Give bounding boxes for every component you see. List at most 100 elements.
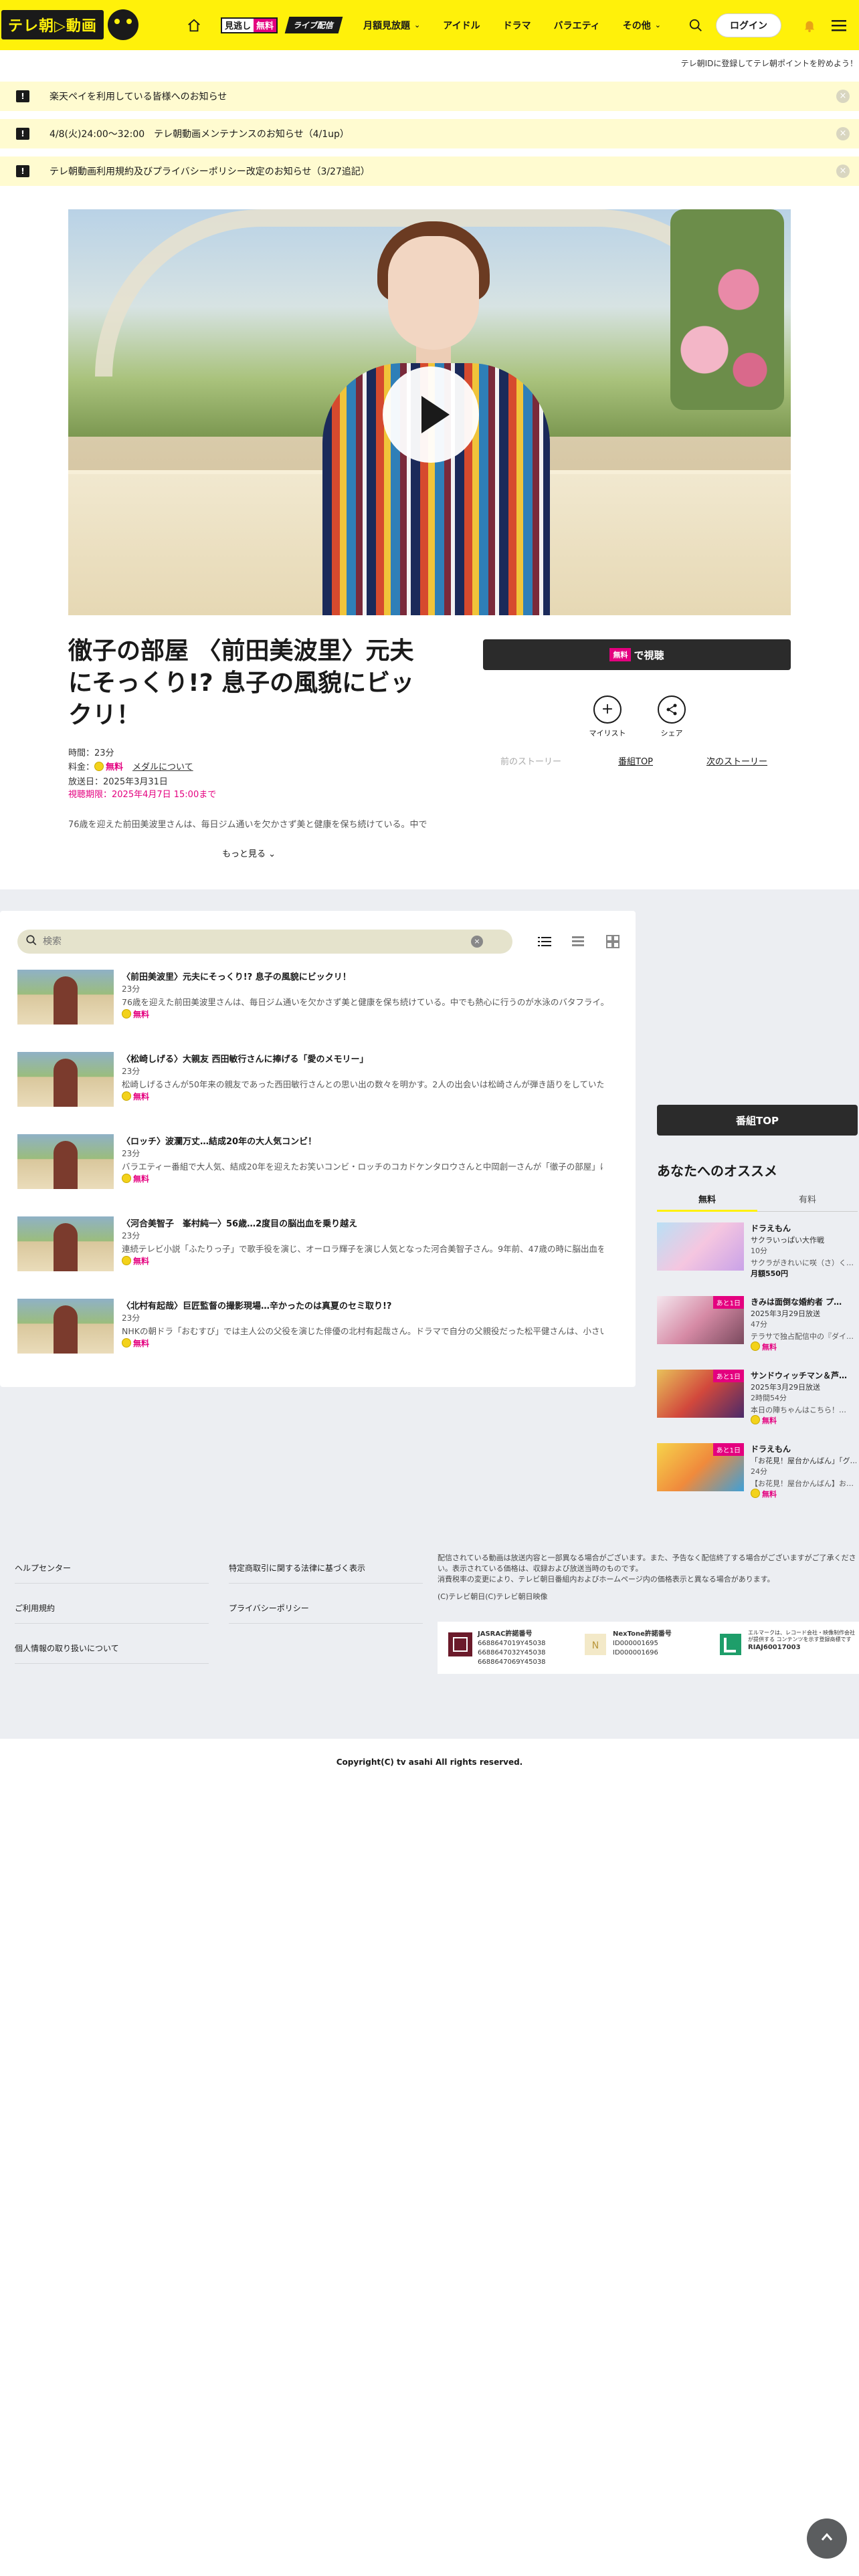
- recommend-sub: サクラいっぱい大作戦: [751, 1236, 824, 1245]
- logo-text: テレ朝▷動画: [1, 10, 104, 39]
- compact-view-icon[interactable]: [570, 934, 586, 950]
- nav-monthly[interactable]: 月額見放題 ⌄: [363, 19, 420, 32]
- watch-free-tag: 無料: [609, 648, 632, 661]
- notice-text: 4/8(火)24:00～32:00 テレ朝動画メンテナンスのお知らせ（4/1up…: [50, 129, 349, 140]
- nav-drama[interactable]: ドラマ: [503, 19, 531, 32]
- list-item[interactable]: 〈松崎しげる〉大親友 西田敏行さんに捧げる「愛のメモリー」 23分 松崎しげるさ…: [17, 1052, 603, 1125]
- share-button[interactable]: シェア: [645, 695, 698, 738]
- recommend-duration: 24分: [751, 1467, 767, 1476]
- coin-icon: [94, 762, 104, 771]
- list-item[interactable]: 〈ロッチ〉波瀾万丈…結成20年の大人気コンビ！ 23分 バラエティー番組で大人気…: [17, 1134, 603, 1208]
- lmark-number: RIAJ60017003: [748, 1644, 801, 1651]
- recommend-price: 無料: [751, 1341, 777, 1352]
- episode-deadline: 視聴期限：2025年4月7日 15:00まで: [68, 790, 217, 800]
- coin-icon: [122, 1256, 131, 1265]
- program-top-link[interactable]: 番組TOP: [618, 754, 653, 767]
- coin-icon: [122, 1009, 131, 1018]
- footer-link-help[interactable]: ヘルプセンター: [15, 1558, 209, 1584]
- recommend-item[interactable]: ドラえもん サクラいっぱい大作戦 10分 サクラがきれいに咲（さ）く… 月額55…: [657, 1222, 858, 1278]
- search-icon: [25, 934, 37, 949]
- medal-link[interactable]: メダルについて: [132, 762, 193, 772]
- mylist-button[interactable]: + マイリスト: [581, 695, 634, 738]
- recommend-thumbnail: [657, 1222, 744, 1271]
- recommend-price: 月額550円: [751, 1269, 788, 1278]
- notice-bar[interactable]: テレ朝動画利用規約及びプライバシーポリシー改定のお知らせ（3/27追記） ×: [0, 156, 859, 186]
- coin-icon: [751, 1489, 760, 1498]
- footer-link-personal-info[interactable]: 個人情報の取り扱いについて: [15, 1638, 209, 1664]
- program-top-button[interactable]: 番組TOP: [657, 1105, 858, 1136]
- list-item-price: 無料: [122, 1337, 149, 1349]
- footer-link-commerce-law[interactable]: 特定商取引に関する法律に基づく表示: [229, 1558, 423, 1584]
- footer-note: 配信されている動画は放送内容と一部異なる場合がございます。また、予告なく配信終了…: [438, 1553, 856, 1573]
- recommend-price: 無料: [751, 1415, 777, 1426]
- list-item-desc: バラエティー番組で大人気、結成20年を迎えたお笑いコンビ・ロッチのコカドケンタロ…: [122, 1162, 603, 1172]
- search-icon[interactable]: [681, 11, 710, 40]
- show-more-button[interactable]: もっと見る ⌄: [68, 847, 430, 859]
- close-icon[interactable]: ×: [836, 165, 850, 178]
- price-value: 無料: [133, 1010, 150, 1019]
- recommend-item[interactable]: あと1日 サンドウィッチマン＆芦… 2025年3月29日放送 2時間54分 本日…: [657, 1370, 858, 1426]
- list-item-title: 〈ロッチ〉波瀾万丈…結成20年の大人気コンビ！: [122, 1137, 317, 1147]
- promo-line[interactable]: テレ朝IDに登録してテレ朝ポイントを貯めよう！: [681, 58, 858, 69]
- recommend-duration: 10分: [751, 1247, 767, 1255]
- close-icon[interactable]: ×: [836, 127, 850, 140]
- back-to-top-button[interactable]: [807, 2518, 847, 2559]
- share-label: シェア: [660, 729, 683, 738]
- search-input[interactable]: [43, 936, 471, 947]
- tab-paid[interactable]: 有料: [757, 1189, 858, 1212]
- bell-icon[interactable]: [795, 11, 824, 40]
- days-left-badge: あと1日: [712, 1370, 744, 1382]
- login-button[interactable]: ログイン: [716, 13, 781, 37]
- home-icon[interactable]: [181, 12, 207, 39]
- live-badge[interactable]: ライブ配信: [284, 17, 343, 33]
- clear-icon[interactable]: ×: [471, 936, 483, 948]
- prev-story-link: 前のストーリー: [500, 757, 562, 767]
- jasrac-number: 6688647069Y45038: [478, 1658, 546, 1666]
- nav-other[interactable]: その他 ⌄: [623, 19, 661, 32]
- nav-idol[interactable]: アイドル: [443, 19, 480, 32]
- mylist-label: マイリスト: [589, 729, 626, 738]
- jasrac-number: 6688647019Y45038: [478, 1640, 546, 1647]
- notice-bar[interactable]: 4/8(火)24:00～32:00 テレ朝動画メンテナンスのお知らせ（4/1up…: [0, 119, 859, 148]
- price-value: 無料: [133, 1339, 150, 1348]
- list-item[interactable]: 〈北村有起哉〉巨匠監督の撮影現場…辛かったのは真夏のセミ取り!? 23分 NHK…: [17, 1299, 603, 1372]
- show-more-label: もっと見る: [221, 849, 266, 859]
- recommend-thumbnail: あと1日: [657, 1443, 744, 1491]
- list-item-duration: 23分: [122, 1067, 140, 1076]
- recommend-desc: サクラがきれいに咲（さ）く…: [751, 1259, 854, 1267]
- grid-view-icon[interactable]: [605, 934, 621, 950]
- price-value: 無料: [762, 1416, 777, 1425]
- recommend-item[interactable]: あと1日 きみは面倒な婚約者 プ… 2025年3月29日放送 47分 テラサで独…: [657, 1296, 858, 1352]
- watch-free-button[interactable]: 無料 で視聴: [483, 639, 791, 670]
- free-catchup-badge[interactable]: 見逃し 無料: [221, 17, 278, 33]
- footer-link-privacy[interactable]: プライバシーポリシー: [229, 1598, 423, 1624]
- search-field[interactable]: ×: [17, 930, 512, 954]
- recommend-sub: 2025年3月29日放送: [751, 1383, 820, 1392]
- list-item-desc: 連続テレビ小説「ふたりっ子」で歌手役を演じ、オーロラ輝子を演じ人気となった河合美…: [122, 1244, 603, 1254]
- menu-icon[interactable]: [824, 11, 854, 40]
- nav-variety[interactable]: バラエティ: [554, 19, 600, 32]
- footer-credit: (C)テレビ朝日(C)テレビ朝日映像: [438, 1592, 548, 1601]
- thumbnail-person: [388, 236, 479, 350]
- nextone-logo-icon: N: [582, 1631, 609, 1658]
- recommend-desc: 本日の陣ちゃんはこちら！…: [751, 1406, 846, 1414]
- next-story-link[interactable]: 次のストーリー: [706, 754, 767, 767]
- list-item-price: 無料: [122, 1255, 149, 1267]
- svg-text:N: N: [592, 1640, 599, 1651]
- video-player[interactable]: [68, 209, 791, 615]
- notice-bar[interactable]: 楽天ペイを利用している皆様へのお知らせ ×: [0, 82, 859, 111]
- list-item[interactable]: 〈前田美波里〉元夫にそっくり!? 息子の風貌にビックリ！ 23分 76歳を迎えた…: [17, 970, 603, 1043]
- header: テレ朝▷動画 見逃し 無料 ライブ配信 月額見放題 ⌄ アイドル ドラマ バラエテ…: [0, 0, 859, 50]
- site-logo[interactable]: テレ朝▷動画: [1, 9, 138, 40]
- play-icon[interactable]: [383, 366, 479, 463]
- list-view-icon[interactable]: [537, 934, 553, 950]
- footer-link-terms[interactable]: ご利用規約: [15, 1598, 209, 1624]
- tab-free[interactable]: 無料: [657, 1189, 757, 1212]
- list-item-desc: 76歳を迎えた前田美波里さんは、毎日ジム通いを欠かさず美と健康を保ち続けている。…: [122, 997, 603, 1007]
- episode-thumbnail: [17, 1216, 114, 1271]
- list-item[interactable]: 〈河合美智子 峯村純一〉56歳…2度目の脳出血を乗り越え 23分 連続テレビ小説…: [17, 1216, 603, 1290]
- nextone-number: ID000001696: [613, 1649, 658, 1656]
- recommend-item[interactable]: あと1日 ドラえもん 「お花見！屋台かんばん」「グ… 24分 【お花見！屋台かん…: [657, 1443, 858, 1499]
- close-icon[interactable]: ×: [836, 90, 850, 103]
- share-icon: [658, 695, 686, 724]
